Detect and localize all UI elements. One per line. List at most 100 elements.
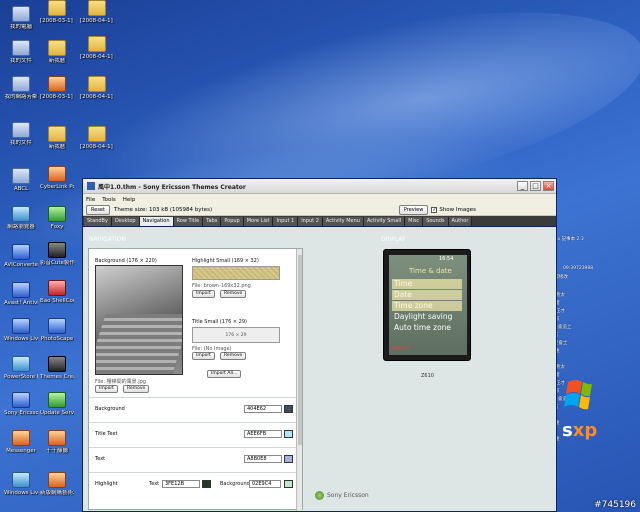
title-bar[interactable]: 風中1.0.thm - Sony Ericsson Themes Creator… [83,179,556,194]
tab-desktop[interactable]: Desktop [111,217,140,226]
desktop-icon-label: CyberLink PowerDVD [40,184,74,190]
status-time: 16:54 [439,256,454,262]
display-heading: DISPLAY [381,236,406,243]
desktop-icon[interactable]: 新我暦 [40,126,74,151]
background-color-swatch[interactable] [284,405,293,413]
panel-scrollbar[interactable] [296,249,302,511]
desktop-icon[interactable]: [2008-04-1] YBR][CD]... [80,36,114,61]
desktop-icon-label: [2008-04-1] YBR][CD]... [80,144,114,150]
net-icon [12,472,30,488]
pc-icon [12,40,30,56]
desktop-icon[interactable]: Windows Live Messenger [4,318,38,343]
desktop-icon-label: AVIConverter [4,262,38,268]
desktop-icon[interactable]: Update Service [40,392,74,417]
blue-icon [12,282,30,298]
menu-file[interactable]: File [86,197,95,203]
highlight-background-color-swatch[interactable] [284,480,293,488]
title-small-remove-button[interactable]: Remove [220,352,247,360]
scrollbar-thumb[interactable] [298,255,302,445]
desktop-icon[interactable]: 新版網購藝術2008 [40,472,74,497]
tab-more-list[interactable]: More List [243,217,274,226]
highlight-remove-button[interactable]: Remove [220,290,247,298]
desktop-icon[interactable]: AVIConverter [4,244,38,269]
title-small-label: Title Small (176 × 29) [192,319,247,325]
blue-icon [48,318,66,334]
title-text-hex-input[interactable]: AEE6FB [244,430,282,438]
tab-standby[interactable]: StandBy [84,217,112,226]
tab-popup[interactable]: Popup [221,217,244,226]
background-hex-input[interactable]: 404E62 [244,405,282,413]
phone-menu-item: Time zone [392,301,462,311]
app-icon [48,472,66,488]
title-text-color-swatch[interactable] [284,430,293,438]
tab-tabs[interactable]: Tabs [203,217,222,226]
highlight-text-hex-input[interactable]: 3FE12B [162,480,200,488]
tab-misc[interactable]: Misc [405,217,424,226]
title-small-import-button[interactable]: Import [192,352,215,360]
maximize-button[interactable]: □ [530,181,541,191]
desktop-icon[interactable]: 我的文件 [4,40,38,65]
desktop-icon-label: 新我暦 [48,144,66,150]
desktop-icon[interactable]: 新我暦 [40,40,74,65]
preview-button[interactable]: Preview [398,205,429,215]
menu-tools[interactable]: Tools [102,197,116,203]
desktop-icon[interactable]: PowerStore Player [4,356,38,381]
color-row-label: Text [95,456,106,462]
desktop-icon[interactable]: Sony Ericsson Media Man... [4,392,38,417]
background-import-button[interactable]: Import [95,385,118,393]
themes-creator-window[interactable]: 風中1.0.thm - Sony Ericsson Themes Creator… [82,178,557,512]
desktop-icon[interactable]: 我的文件 [4,122,38,147]
desktop-icon[interactable]: CyberLink PowerDVD [40,166,74,191]
text-hex-input[interactable]: A8B0E8 [244,455,282,463]
desktop-icon[interactable]: Windows Live Messenger [4,472,38,497]
color-row-highlight: Highlight Text 3FE12B Background 02E9C4 [89,472,302,494]
desktop-icon-label: 我的電腦 [9,24,32,30]
highlight-text-color-swatch[interactable] [202,480,211,488]
desktop-icon[interactable]: Messenger [4,430,38,455]
tab-input-1[interactable]: Input 1 [273,217,299,226]
show-images-checkbox[interactable]: ✓ [431,207,438,213]
desktop-icon[interactable]: Avast! Antivirus [4,282,38,307]
desktop-icon-label: Sony Ericsson Media Man... [4,410,38,416]
highlight-file-name: File: brown-169x32.png [192,283,251,289]
background-remove-button[interactable]: Remove [123,385,150,393]
menu-help[interactable]: Help [123,197,136,203]
import-all-button[interactable]: Import All... [207,370,242,378]
desktop-icon[interactable]: 我的電腦 [4,6,38,31]
tab-activity-small[interactable]: Activity Small [363,217,406,226]
desktop-icon-label: 新版網購藝術2008 [40,490,74,496]
tab-author[interactable]: Author [448,217,473,226]
reset-button[interactable]: Reset [86,205,110,215]
close-button[interactable]: × [543,181,554,191]
highlight-import-button[interactable]: Import [192,290,215,298]
desktop-icon[interactable]: Foxy [40,206,74,231]
pc-icon [12,76,30,92]
desktop-icon[interactable]: [2008-03-1] YBR]舞安... [40,0,74,25]
desktop-icon[interactable]: [2008-04-1] YBR] 鳳亞... [80,0,114,25]
highlight-background-hex-input[interactable]: 02E9C4 [249,480,281,488]
desktop-icon[interactable]: PhotoScape [40,318,74,343]
minimize-button[interactable]: _ [517,181,528,191]
desktop-icon[interactable]: [2008-03-1] YBR]舞安... [40,76,74,101]
text-color-swatch[interactable] [284,455,293,463]
tab-row-title[interactable]: Row Title [173,217,204,226]
desktop-icon[interactable]: 我的網路芳鄰 [4,76,38,101]
desktop-icon[interactable]: 千千靜聽 [40,430,74,455]
desktop-icon[interactable]: Themes Creator [40,356,74,381]
desktop-icon-label: Bao ShellCount [40,298,74,304]
tab-activity-menu[interactable]: Activity Menu [322,217,364,226]
desktop-icon[interactable]: 網路瀏覽器 [4,206,38,231]
tab-input-2[interactable]: Input 2 [298,217,323,226]
desktop-icon[interactable]: [2008-04-1] YBR][CD]... [80,126,114,151]
desktop-icon[interactable]: [2008-04-1] YBR] 國亞... [80,76,114,101]
desktop-icon-label: ABCL [13,186,29,192]
tab-sounds[interactable]: Sounds [423,217,449,226]
desktop-icon[interactable]: ABCL [4,168,38,193]
desktop-icon-label: 網路瀏覽器 [7,224,35,230]
desktop-icon[interactable]: Bao ShellCount [40,280,74,305]
desktop-icon[interactable]: 影音Cute製作 [40,242,74,267]
highlight-small-preview [192,266,280,280]
app-icon [48,76,66,92]
desktop-icon-label: Foxy [50,224,64,230]
tab-navigation[interactable]: Navigation [139,217,174,226]
